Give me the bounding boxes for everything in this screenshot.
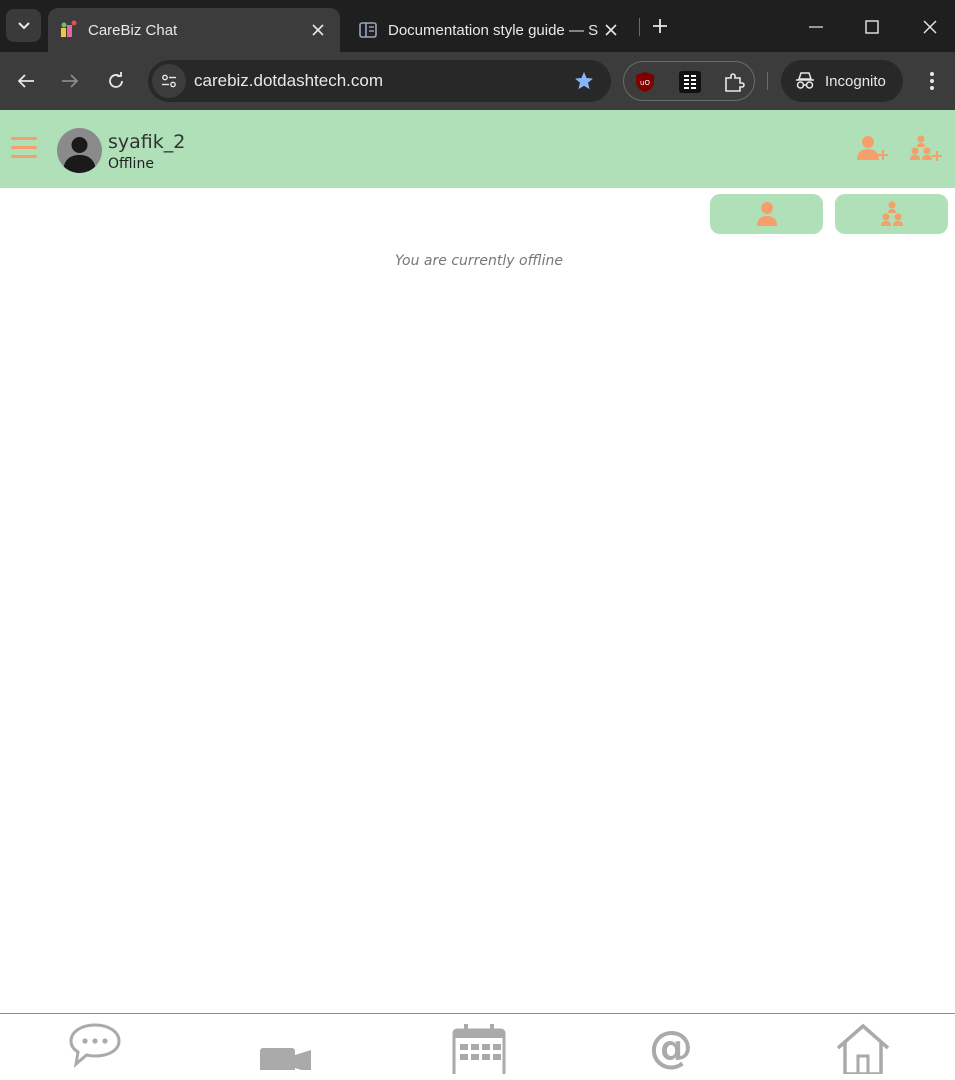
nav-chat[interactable] bbox=[65, 1022, 125, 1080]
close-window-button[interactable] bbox=[915, 12, 945, 42]
chat-icon bbox=[69, 1023, 121, 1068]
chevron-down-icon bbox=[17, 21, 30, 29]
at-icon: @ bbox=[649, 1022, 693, 1072]
hamburger-menu-icon[interactable] bbox=[11, 137, 37, 161]
group-icon bbox=[880, 201, 903, 226]
browser-toolbar: carebiz.dotdashtech.com uO Incognito bbox=[0, 52, 955, 110]
calendar-icon bbox=[452, 1024, 506, 1074]
document-favicon-icon bbox=[358, 20, 378, 40]
incognito-icon bbox=[793, 69, 817, 93]
add-user-button[interactable] bbox=[854, 132, 890, 164]
arrow-right-icon bbox=[62, 74, 79, 88]
add-user-icon bbox=[857, 136, 888, 160]
toolbar-divider bbox=[767, 72, 768, 90]
address-bar[interactable]: carebiz.dotdashtech.com bbox=[148, 60, 611, 102]
tab-title: Documentation style guide — S bbox=[388, 21, 599, 39]
username: syafik_2 bbox=[108, 131, 186, 153]
more-vertical-icon bbox=[930, 72, 934, 90]
tab-divider bbox=[639, 18, 640, 36]
close-tab-icon[interactable] bbox=[599, 18, 623, 42]
ublock-extension-icon[interactable]: uO bbox=[631, 68, 659, 96]
incognito-label: Incognito bbox=[825, 72, 886, 90]
forward-button[interactable] bbox=[55, 66, 85, 96]
maximize-icon bbox=[865, 20, 879, 34]
incognito-profile-button[interactable]: Incognito bbox=[781, 60, 903, 102]
tab-search-button[interactable] bbox=[6, 9, 41, 42]
plus-icon bbox=[653, 19, 667, 33]
video-icon bbox=[260, 1048, 311, 1070]
tab-documentation[interactable]: Documentation style guide — S bbox=[348, 8, 633, 52]
arrow-left-icon bbox=[17, 74, 34, 88]
back-button[interactable] bbox=[11, 66, 41, 96]
bookmark-star-icon[interactable] bbox=[569, 66, 599, 96]
minimize-icon bbox=[809, 26, 823, 28]
user-icon bbox=[756, 202, 777, 226]
group-chat-filter-button[interactable] bbox=[835, 194, 948, 234]
tab-carebiz-chat[interactable]: CareBiz Chat bbox=[48, 8, 340, 52]
browser-menu-button[interactable] bbox=[918, 66, 946, 96]
svg-text:@: @ bbox=[649, 1022, 693, 1072]
single-chat-filter-button[interactable] bbox=[710, 194, 823, 234]
url-text: carebiz.dotdashtech.com bbox=[194, 71, 383, 90]
extensions-group: uO bbox=[623, 61, 755, 101]
add-group-icon bbox=[910, 135, 942, 161]
browser-tab-bar: CareBiz Chat Documentation style guide —… bbox=[0, 0, 955, 52]
reload-icon bbox=[109, 72, 123, 88]
offline-message: You are currently offline bbox=[395, 253, 563, 269]
app-header: syafik_2 Offline bbox=[0, 110, 955, 188]
minimize-button[interactable] bbox=[801, 12, 831, 42]
status-text: Offline bbox=[108, 156, 154, 172]
nav-calendar[interactable] bbox=[449, 1022, 509, 1080]
bottom-nav: @ bbox=[0, 1013, 955, 1080]
reader-extension-icon[interactable] bbox=[676, 68, 704, 96]
svg-text:uO: uO bbox=[640, 79, 650, 87]
puzzle-extension-icon[interactable] bbox=[720, 68, 748, 96]
site-settings-icon[interactable] bbox=[152, 64, 186, 98]
nav-mentions[interactable]: @ bbox=[641, 1022, 701, 1080]
add-group-button[interactable] bbox=[907, 132, 943, 164]
tab-title: CareBiz Chat bbox=[88, 21, 178, 39]
maximize-button[interactable] bbox=[857, 12, 887, 42]
reload-button[interactable] bbox=[101, 66, 131, 96]
nav-video[interactable] bbox=[256, 1022, 316, 1080]
carebiz-favicon-icon bbox=[58, 20, 78, 40]
nav-home[interactable] bbox=[833, 1022, 893, 1080]
home-icon bbox=[836, 1023, 890, 1074]
new-tab-button[interactable] bbox=[648, 14, 672, 38]
close-tab-icon[interactable] bbox=[306, 18, 330, 42]
close-icon bbox=[923, 20, 937, 34]
avatar[interactable] bbox=[57, 128, 102, 173]
